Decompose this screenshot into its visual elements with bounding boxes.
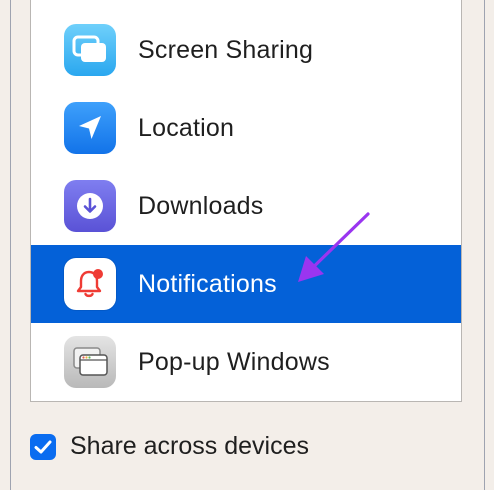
- window-border-left: [10, 0, 11, 490]
- list-item-notifications[interactable]: Notifications: [31, 245, 461, 323]
- window-border-right: [484, 0, 485, 490]
- website-settings-list[interactable]: Screen Sharing Location Downloads Notifi…: [30, 0, 462, 402]
- checkmark-icon: [34, 440, 52, 453]
- list-item-screen-sharing[interactable]: Screen Sharing: [31, 11, 461, 89]
- settings-window: Screen Sharing Location Downloads Notifi…: [0, 0, 494, 490]
- list-item-label: Pop-up Windows: [138, 347, 330, 376]
- list-item-popup-windows[interactable]: Pop-up Windows: [31, 323, 461, 401]
- list-item-downloads[interactable]: Downloads: [31, 167, 461, 245]
- share-checkbox[interactable]: [30, 433, 56, 460]
- list-item-label: Screen Sharing: [138, 35, 314, 64]
- screen-sharing-icon: [64, 24, 116, 76]
- location-arrow-icon: [64, 102, 116, 154]
- share-across-devices-option[interactable]: Share across devices: [30, 432, 309, 461]
- download-icon: [64, 180, 116, 232]
- list-item-label: Notifications: [138, 269, 277, 298]
- list-item-location[interactable]: Location: [31, 89, 461, 167]
- popup-window-icon: [64, 336, 116, 388]
- share-across-devices-label: Share across devices: [70, 432, 310, 460]
- notification-bell-icon: [64, 258, 116, 310]
- list-item-label: Location: [138, 113, 235, 142]
- list-item-label: Downloads: [138, 191, 264, 220]
